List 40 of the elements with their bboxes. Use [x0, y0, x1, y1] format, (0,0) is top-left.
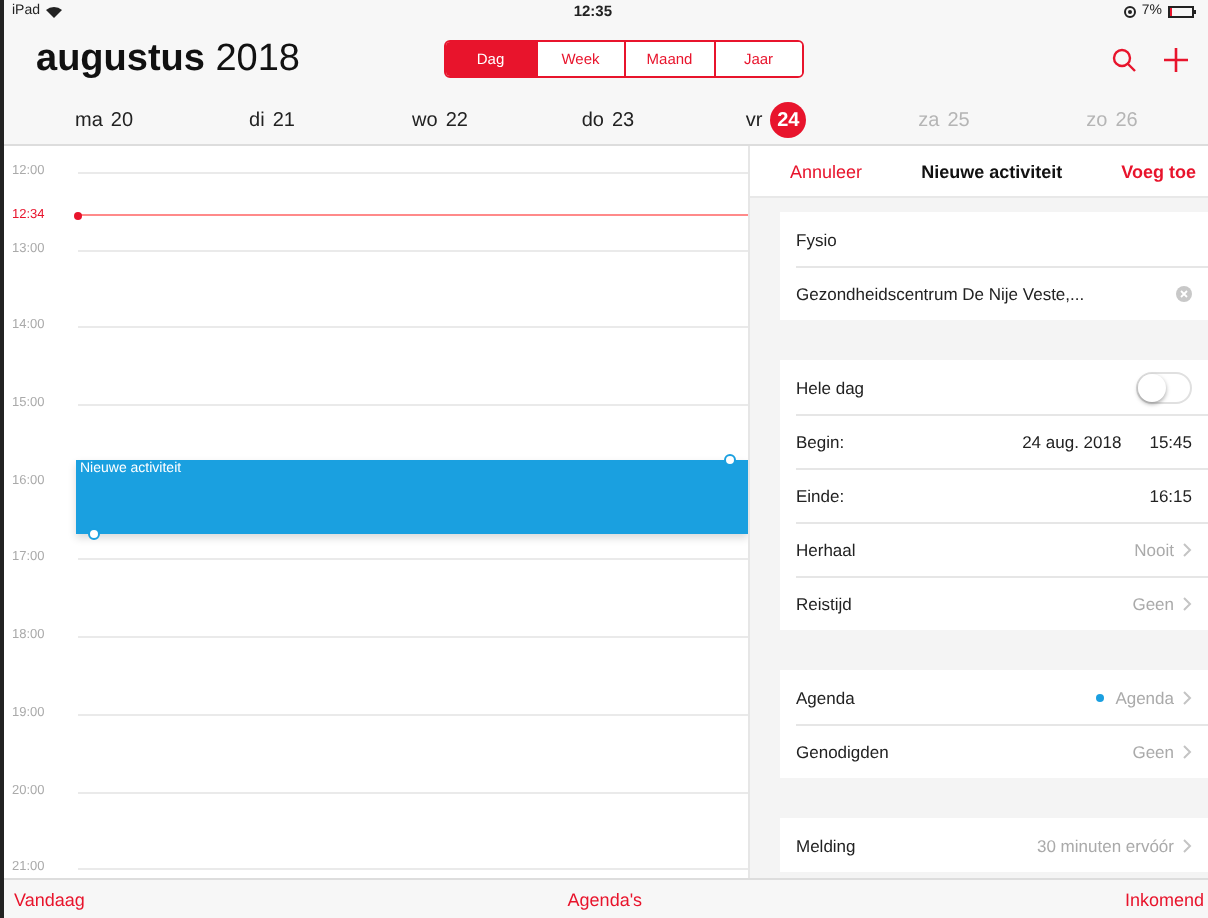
cancel-button[interactable]: Annuleer	[790, 161, 863, 181]
time-value[interactable]: 15:45	[1149, 432, 1192, 452]
toggle-switch[interactable]	[1136, 371, 1192, 403]
day-tab[interactable]: ma 20	[20, 109, 188, 131]
time-value[interactable]: 16:15	[1149, 486, 1192, 506]
clear-icon[interactable]	[1176, 286, 1192, 302]
drag-handle[interactable]	[88, 528, 100, 540]
chevron-icon	[1182, 596, 1192, 612]
day-tab[interactable]: do 23	[524, 109, 692, 131]
row-label: Melding	[796, 835, 856, 855]
day-tab[interactable]: vr 24	[692, 102, 860, 138]
toolbar-button[interactable]: Inkomend	[1124, 889, 1204, 909]
row-label: Genodigden	[796, 742, 889, 762]
day-tab[interactable]: wo 22	[356, 109, 524, 131]
add-button[interactable]: Voeg toe	[1121, 161, 1196, 181]
row-label: Agenda	[796, 687, 855, 707]
row-value[interactable]: 30 minuten ervóór	[1036, 835, 1174, 855]
row-label: Einde:	[796, 486, 845, 506]
day-tab[interactable]: di 21	[188, 109, 356, 131]
chevron-icon	[1182, 837, 1192, 853]
row-label: Begin:	[796, 432, 845, 452]
drag-handle[interactable]	[724, 454, 736, 466]
wifi-icon	[46, 5, 63, 17]
toolbar-button[interactable]: Vandaag	[14, 889, 85, 909]
chevron-icon	[1182, 542, 1192, 558]
location-field[interactable]: Gezondheidscentrum De Nije Veste,...	[796, 284, 1085, 304]
date-value[interactable]: 24 aug. 2018	[1022, 432, 1122, 452]
row-label: Herhaal	[796, 540, 856, 560]
chevron-icon	[1182, 744, 1192, 760]
month-title: augustus 2018	[36, 37, 303, 81]
row-label: Hele dag	[796, 377, 865, 397]
panel-title: Nieuwe activiteit	[921, 161, 1063, 181]
add-icon[interactable]	[1164, 47, 1188, 71]
battery-icon	[1167, 5, 1196, 17]
chevron-icon	[1182, 689, 1192, 705]
row-label: Reistijd	[796, 594, 852, 614]
title-field[interactable]: Fysio	[796, 229, 837, 249]
lock-rotation-icon	[1123, 5, 1136, 17]
toolbar-button[interactable]: Agenda's	[567, 889, 643, 909]
search-icon[interactable]	[1112, 47, 1136, 71]
